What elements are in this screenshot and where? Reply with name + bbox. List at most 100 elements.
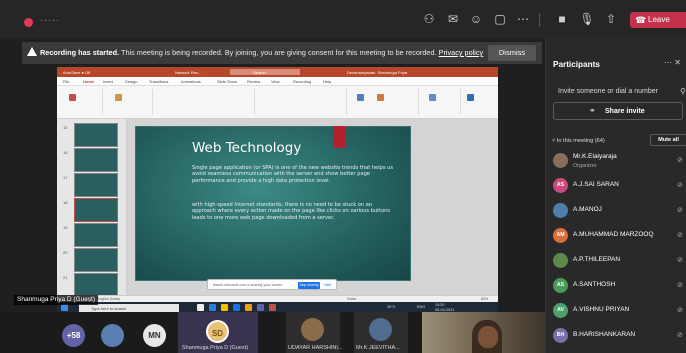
clipboard-group: [63, 89, 103, 115]
thumbnail-number: 21: [63, 275, 68, 280]
participant-row[interactable]: BH B.HARISHANKARAN ⊘: [546, 325, 686, 347]
meeting-top-bar: ·-·-· ⚇ ✉ ☺ ▢ ⋯ ■ 🎙 ⇧ ☎ Leave: [0, 0, 686, 38]
shapes-icon[interactable]: [357, 94, 364, 101]
leave-button[interactable]: ☎ Leave: [630, 12, 686, 28]
chat-icon[interactable]: ✉: [444, 11, 462, 27]
participants-icon[interactable]: ⚇: [420, 11, 438, 27]
ribbon-tab[interactable]: Animations: [181, 79, 201, 84]
ribbon-tab[interactable]: View: [271, 79, 280, 84]
participant-row[interactable]: AS A.SANTHOSH ⊘: [546, 275, 686, 297]
share-invite-label: Share invite: [605, 108, 645, 115]
participant-name: A.J.SAI SARAN: [573, 181, 619, 188]
ribbon-tab[interactable]: Transitions: [149, 79, 168, 84]
participant-name: Mr.K.Elaiyaraja: [573, 153, 617, 160]
ribbon-tab[interactable]: Recording: [293, 79, 311, 84]
participant-row[interactable]: A.P.THILEEPAN ⊘: [546, 250, 686, 272]
stop-sharing-button[interactable]: Stop sharing: [298, 282, 320, 289]
participant-row[interactable]: Mr.K.Elaiyaraja Organizer ⊘: [546, 150, 686, 172]
autosave-label: AutoSave ● Off: [63, 70, 91, 75]
slides-group: [105, 89, 153, 115]
task-view-icon[interactable]: [197, 304, 204, 311]
mic-muted-icon: ⊘: [677, 332, 683, 339]
presenter-tile[interactable]: SD Shanmuga Priya D (Guest): [178, 312, 258, 353]
taskbar-search[interactable]: Type here to search: [79, 304, 179, 312]
new-slide-icon[interactable]: [115, 94, 122, 101]
search-icon[interactable]: ⚲: [680, 87, 686, 96]
file-explorer-icon[interactable]: [221, 304, 228, 311]
chrome-icon[interactable]: [245, 304, 252, 311]
ribbon-tab[interactable]: Design: [125, 79, 137, 84]
share-invite-button[interactable]: ⚭ Share invite: [553, 102, 683, 120]
participant-avatar: BH: [553, 328, 568, 343]
presenter-tile-name: Shanmuga Priya D (Guest): [182, 345, 249, 351]
ribbon-tab[interactable]: Home: [83, 79, 94, 84]
teams-icon[interactable]: [257, 304, 264, 311]
weather-label: 26°C: [387, 305, 396, 309]
participant-avatar[interactable]: MN: [143, 324, 166, 347]
participant-tile[interactable]: UDAYAR HARSHINI...: [286, 312, 343, 353]
slide-thumbnail[interactable]: [74, 198, 118, 222]
ribbon-tab[interactable]: Help: [323, 79, 331, 84]
participant-avatar: [553, 253, 568, 268]
slide-thumbnail[interactable]: [74, 123, 118, 147]
participant-name: A.MUHAMMAD MARZOOQ: [573, 231, 654, 238]
hide-button[interactable]: Hide: [324, 283, 331, 287]
toolbar-divider: [539, 13, 540, 27]
mic-off-icon[interactable]: 🎙: [578, 11, 596, 27]
slide-thumbnail[interactable]: [74, 248, 118, 272]
taskbar-time: 13:20: [435, 303, 445, 307]
dismiss-button[interactable]: Dismiss: [488, 45, 536, 61]
mute-all-button[interactable]: Mute all: [650, 134, 686, 146]
thumbnail-number: 20: [63, 250, 68, 255]
user-label: Devanarayanan. Shanmuga Priya: [347, 70, 408, 75]
ribbon-tab[interactable]: File: [63, 79, 69, 84]
ribbon-tab[interactable]: Insert: [103, 79, 113, 84]
slide-thumbnail[interactable]: [74, 173, 118, 197]
more-participants-badge[interactable]: +58: [62, 324, 85, 347]
participant-row[interactable]: AS A.J.SAI SARAN ⊘: [546, 175, 686, 197]
app-icon: [24, 18, 33, 27]
paste-icon[interactable]: [69, 94, 76, 101]
powerpoint-icon[interactable]: [269, 304, 276, 311]
slide-thumbnail[interactable]: [74, 273, 118, 297]
ribbon-tab[interactable]: Review: [247, 79, 260, 84]
windows-start-icon[interactable]: [61, 304, 68, 311]
slide-accent-bar: [333, 126, 346, 148]
arrange-icon[interactable]: [377, 94, 384, 101]
participant-tile[interactable]: Mr.K.JEEVITHA...: [354, 312, 408, 353]
camera-icon[interactable]: ■: [553, 11, 571, 27]
find-icon[interactable]: [429, 94, 436, 101]
taskbar-search-placeholder: Type here to search: [91, 306, 127, 311]
video-gallery: +58 MN SD Shanmuga Priya D (Guest) UDAYA…: [0, 312, 545, 353]
participant-row[interactable]: AV A.VISHNU PRIYAN ⊘: [546, 300, 686, 322]
reactions-icon[interactable]: ☺: [467, 11, 485, 27]
rooms-icon[interactable]: ▢: [491, 11, 509, 27]
ribbon-tab[interactable]: Slide Show: [217, 79, 237, 84]
notes-button[interactable]: Notes: [347, 297, 356, 301]
zoom-level[interactable]: 83%: [481, 297, 488, 301]
dictate-icon[interactable]: [467, 94, 474, 101]
participant-row[interactable]: A.MANOJ ⊘: [546, 200, 686, 222]
participant-name: B.HARISHANKARAN: [573, 331, 636, 338]
banner-text: Recording has started. This meeting is b…: [40, 48, 483, 57]
participant-row[interactable]: AM A.MUHAMMAD MARZOOQ ⊘: [546, 225, 686, 247]
participant-avatar[interactable]: [101, 324, 124, 347]
participant-name: A.P.THILEEPAN: [573, 256, 621, 263]
share-tray-icon[interactable]: ⇧: [602, 11, 620, 27]
camera-video-tile[interactable]: [422, 312, 545, 353]
ribbon: [57, 86, 498, 119]
participant-avatar: [301, 318, 324, 341]
leave-label: Leave: [648, 15, 670, 24]
powerpoint-title-bar: AutoSave ● Off Network Res... Search Dev…: [57, 67, 498, 77]
panel-more-icon[interactable]: ⋯ ✕: [664, 58, 681, 67]
privacy-policy-link[interactable]: Privacy policy: [439, 48, 484, 57]
phone-hangup-icon: ☎: [635, 15, 647, 25]
store-icon[interactable]: [233, 304, 240, 311]
invite-input[interactable]: Invite someone or dial a number: [558, 88, 658, 95]
slide-thumbnail[interactable]: [74, 223, 118, 247]
more-icon[interactable]: ⋯: [514, 11, 532, 27]
slide-thumbnail[interactable]: [74, 148, 118, 172]
presenter-name-tag: Shanmuga Priya D (Guest): [14, 295, 99, 305]
in-meeting-section[interactable]: ˅ In this meeting (64): [552, 138, 605, 144]
edge-icon[interactable]: [209, 304, 216, 311]
